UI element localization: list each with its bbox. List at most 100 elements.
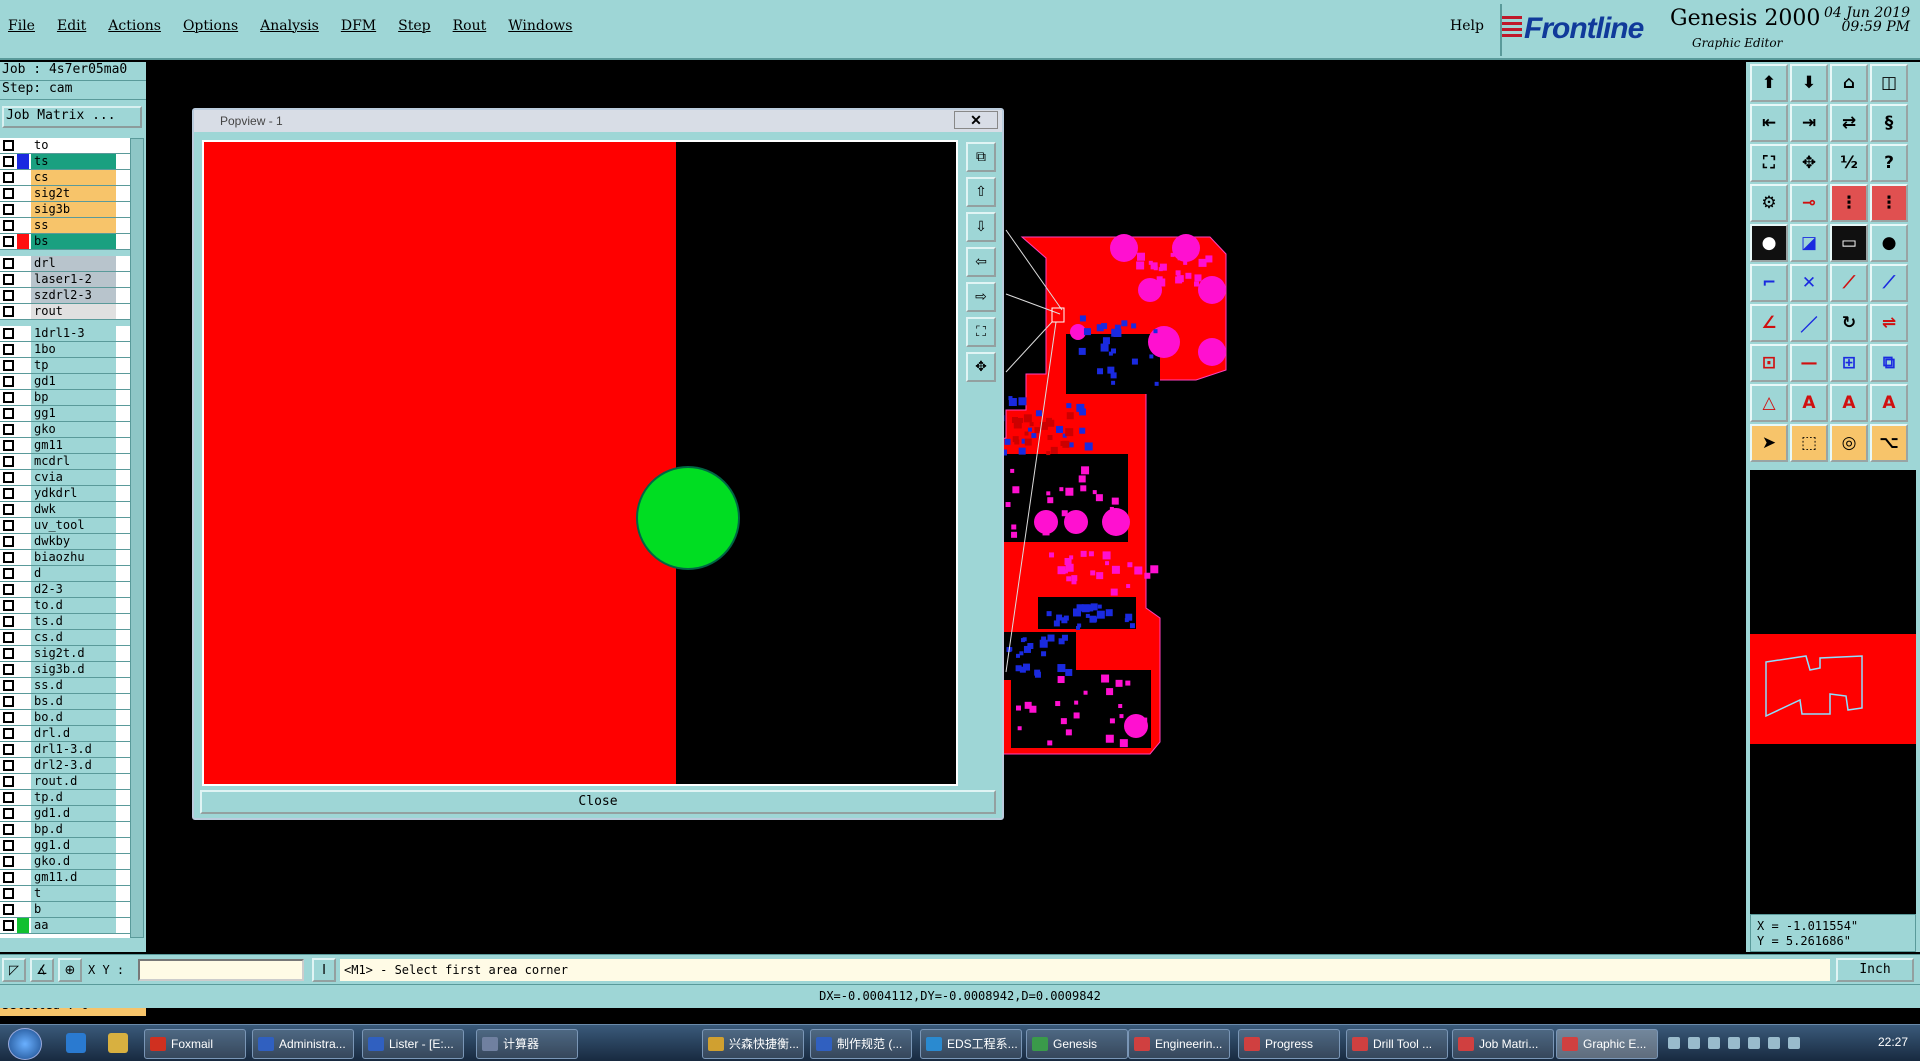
array-icon[interactable]: ⊞	[1830, 344, 1868, 382]
select-box-icon[interactable]: ⬚	[1790, 424, 1828, 462]
menu-dfm[interactable]: DFM	[341, 18, 376, 34]
layer-checkbox[interactable]	[3, 376, 14, 387]
layer-checkbox[interactable]	[3, 696, 14, 707]
layer-row[interactable]: ts.d	[0, 614, 130, 630]
taskbar-item[interactable]: Job Matri...	[1452, 1029, 1554, 1059]
layer-name[interactable]: szdrl2-3	[31, 288, 116, 303]
zoom-fit-icon[interactable]: ⛶	[1750, 144, 1788, 182]
layer-checkbox[interactable]	[3, 920, 14, 931]
tray-icon[interactable]	[1668, 1037, 1680, 1049]
layer-name[interactable]: cvia	[31, 470, 116, 485]
taskbar-item[interactable]: Graphic E...	[1556, 1029, 1658, 1059]
layer-checkbox[interactable]	[3, 856, 14, 867]
taskbar-item[interactable]: Foxmail	[144, 1029, 246, 1059]
layer-name[interactable]: gko.d	[31, 854, 116, 869]
layer-name[interactable]: gg1	[31, 406, 116, 421]
connect-icon[interactable]: ⌐	[1750, 264, 1788, 302]
layer-name[interactable]: uv_tool	[31, 518, 116, 533]
layer-row[interactable]: cvia	[0, 470, 130, 486]
scale-1-2-icon[interactable]: ½	[1830, 144, 1868, 182]
layer-name[interactable]: drl2-3.d	[31, 758, 116, 773]
window-split-icon[interactable]: ◫	[1870, 64, 1908, 102]
copy-icon[interactable]: ⧉	[1870, 344, 1908, 382]
layer-row[interactable]: ydkdrl	[0, 486, 130, 502]
layer-row[interactable]: 1drl1-3	[0, 326, 130, 342]
menu-options[interactable]: Options	[183, 18, 238, 34]
layer-row[interactable]: drl2-3.d	[0, 758, 130, 774]
layer-name[interactable]: to	[31, 138, 116, 153]
start-button-icon[interactable]	[8, 1028, 42, 1060]
layer-name[interactable]: bs.d	[31, 694, 116, 709]
layer-checkbox[interactable]	[3, 760, 14, 771]
popview-zoom-out-icon[interactable]: ✥	[966, 352, 996, 382]
job-matrix-button[interactable]: Job Matrix ...	[2, 106, 142, 128]
layer-name[interactable]: sig3b	[31, 202, 116, 217]
layer-name[interactable]: b	[31, 902, 116, 917]
menu-step[interactable]: Step	[398, 18, 430, 34]
layer-name[interactable]: to.d	[31, 598, 116, 613]
menu-file[interactable]: File	[8, 18, 35, 34]
layer-row[interactable]: gko	[0, 422, 130, 438]
tray-icon[interactable]	[1768, 1037, 1780, 1049]
pan-left-icon[interactable]: ⇤	[1750, 104, 1788, 142]
popview-pan-down-icon[interactable]: ⇩	[966, 212, 996, 242]
layer-row[interactable]: cs.d	[0, 630, 130, 646]
layer-name[interactable]: 1drl1-3	[31, 326, 116, 341]
layer-checkbox[interactable]	[3, 680, 14, 691]
layer-name[interactable]: d	[31, 566, 116, 581]
layer-name[interactable]: gm11.d	[31, 870, 116, 885]
layer-row[interactable]: sig2t	[0, 186, 130, 202]
layer-checkbox[interactable]	[3, 792, 14, 803]
layer-checkbox[interactable]	[3, 306, 14, 317]
flip-icon[interactable]: ⇌	[1870, 304, 1908, 342]
taskbar-item[interactable]: 制作规范 (...	[810, 1029, 912, 1059]
layer-row[interactable]: sig2t.d	[0, 646, 130, 662]
layer-checkbox[interactable]	[3, 664, 14, 675]
layer-name[interactable]: tp.d	[31, 790, 116, 805]
layer-checkbox[interactable]	[3, 488, 14, 499]
layer-checkbox[interactable]	[3, 536, 14, 547]
layer-row[interactable]: sig3b	[0, 202, 130, 218]
menu-edit[interactable]: Edit	[57, 18, 86, 34]
overview-map[interactable]	[1750, 634, 1916, 744]
layer-checkbox[interactable]	[3, 456, 14, 467]
slash-icon[interactable]: ／	[1790, 304, 1828, 342]
layer-row[interactable]: ss	[0, 218, 130, 234]
popview-canvas[interactable]	[202, 140, 958, 786]
pad-move-icon[interactable]: ⊡	[1750, 344, 1788, 382]
layer-checkbox[interactable]	[3, 140, 14, 151]
layer-name[interactable]: gd1	[31, 374, 116, 389]
measure-icon[interactable]: ▭	[1830, 224, 1868, 262]
popview-pan-left-icon[interactable]: ⇦	[966, 247, 996, 277]
layer-name[interactable]: sig2t.d	[31, 646, 116, 661]
layer-name[interactable]: cs.d	[31, 630, 116, 645]
layer-row[interactable]: szdrl2-3	[0, 288, 130, 304]
layer-name[interactable]: cs	[31, 170, 116, 185]
layer-name[interactable]: dwkby	[31, 534, 116, 549]
zoom-center-icon[interactable]: ✥	[1790, 144, 1828, 182]
pan-right-icon[interactable]: ⇥	[1790, 104, 1828, 142]
layer-row[interactable]: d	[0, 566, 130, 582]
home-down-icon[interactable]: ⬇	[1790, 64, 1828, 102]
layer-row[interactable]: gg1.d	[0, 838, 130, 854]
layer-name[interactable]: biaozhu	[31, 550, 116, 565]
select-net-icon[interactable]: ⌥	[1870, 424, 1908, 462]
layer-checkbox[interactable]	[3, 776, 14, 787]
layer-checkbox[interactable]	[3, 188, 14, 199]
delete-node-icon[interactable]: ✕	[1790, 264, 1828, 302]
unit-selector[interactable]: Inch	[1836, 958, 1914, 982]
layer-checkbox[interactable]	[3, 472, 14, 483]
text-a2-icon[interactable]: A	[1830, 384, 1868, 422]
layer-row[interactable]: dwkby	[0, 534, 130, 550]
angle-icon[interactable]: ∠	[1750, 304, 1788, 342]
layer-checkbox[interactable]	[3, 440, 14, 451]
layer-row[interactable]: dwk	[0, 502, 130, 518]
layer-checkbox[interactable]	[3, 156, 14, 167]
layer-row[interactable]: gd1.d	[0, 806, 130, 822]
line-add-icon[interactable]: ◪	[1790, 224, 1828, 262]
layer-row[interactable]: bp	[0, 390, 130, 406]
layer-checkbox[interactable]	[3, 236, 14, 247]
layer-checkbox[interactable]	[3, 328, 14, 339]
layer-row[interactable]: sig3b.d	[0, 662, 130, 678]
layer-name[interactable]: tp	[31, 358, 116, 373]
